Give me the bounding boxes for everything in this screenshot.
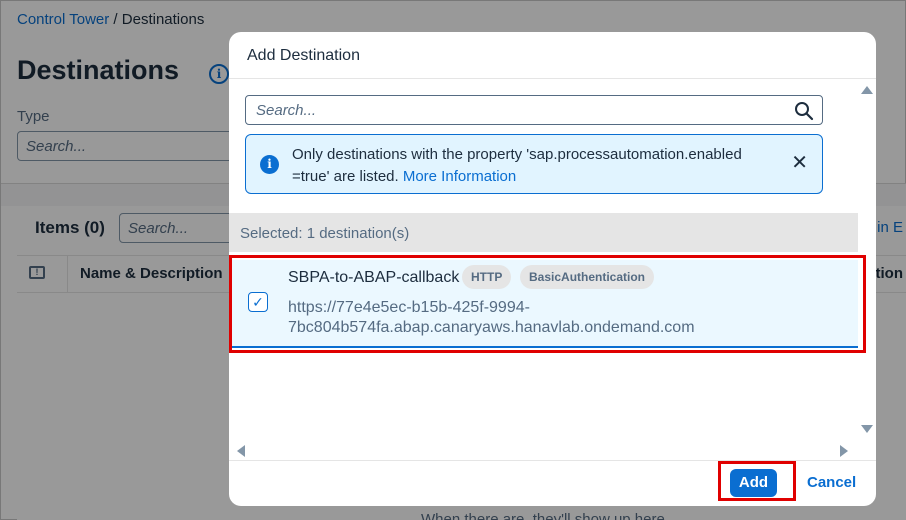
dialog-title: Add Destination bbox=[247, 47, 360, 64]
scroll-right-arrow[interactable] bbox=[840, 445, 848, 457]
scroll-left-arrow[interactable] bbox=[237, 445, 245, 457]
dialog-search-placeholder: Search... bbox=[256, 102, 317, 119]
info-icon: i bbox=[260, 155, 279, 174]
highlight-box-row bbox=[229, 255, 866, 353]
info-strip-text: Only destinations with the property 'sap… bbox=[292, 144, 782, 188]
more-information-link[interactable]: More Information bbox=[403, 168, 516, 185]
info-strip-message: Only destinations with the property 'sap… bbox=[292, 146, 742, 185]
info-message-strip: i Only destinations with the property 's… bbox=[245, 134, 823, 194]
selection-summary-bar: Selected: 1 destination(s) bbox=[229, 213, 858, 252]
highlight-box-add bbox=[718, 461, 796, 501]
selected-count-text: Selected: 1 destination(s) bbox=[240, 225, 410, 242]
close-icon[interactable]: ✕ bbox=[791, 151, 808, 175]
scroll-down-arrow[interactable] bbox=[861, 425, 873, 433]
scroll-up-arrow[interactable] bbox=[861, 86, 873, 94]
search-icon[interactable] bbox=[794, 101, 814, 121]
cancel-button[interactable]: Cancel bbox=[807, 474, 856, 491]
dialog-header-divider bbox=[229, 78, 876, 79]
dialog-search-input[interactable]: Search... bbox=[245, 95, 823, 125]
